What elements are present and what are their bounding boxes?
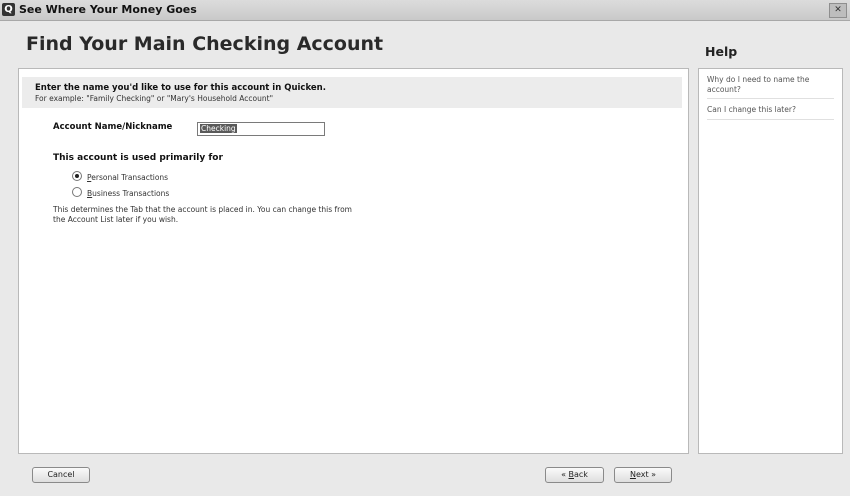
cancel-button[interactable]: Cancel [32,467,90,483]
account-name-input[interactable]: Checking [197,122,325,136]
radio-business-label: usiness Transactions [92,189,170,198]
usage-heading: This account is used primarily for [53,153,223,163]
title-bar: Q See Where Your Money Goes ✕ [0,0,850,21]
quicken-app-icon: Q [2,3,15,16]
help-link-why-name[interactable]: Why do I need to name the account? [707,69,834,99]
main-panel: Enter the name you'd like to use for thi… [18,68,689,454]
back-label: ack [574,470,588,479]
radio-business[interactable]: Business Transactions [72,187,169,198]
window-title: See Where Your Money Goes [19,3,197,16]
help-link-change-later[interactable]: Can I change this later? [707,99,834,120]
intro-heading: Enter the name you'd like to use for thi… [35,83,326,93]
next-button[interactable]: Next » [614,467,672,483]
help-title: Help [705,44,738,59]
help-panel: Why do I need to name the account? Can I… [698,68,843,454]
intro-example: For example: "Family Checking" or "Mary'… [35,94,274,103]
close-icon[interactable]: ✕ [829,3,847,18]
account-name-value: Checking [200,124,237,133]
intro-box: Enter the name you'd like to use for thi… [22,77,682,108]
next-label: ext [635,470,649,479]
radio-personal-label: ersonal Transactions [91,173,169,182]
radio-personal-indicator[interactable] [72,171,82,181]
account-name-label: Account Name/Nickname [53,122,173,132]
next-suffix: » [648,470,657,479]
tab-placement-note: This determines the Tab that the account… [53,205,352,224]
radio-personal[interactable]: Personal Transactions [72,171,168,182]
page-title: Find Your Main Checking Account [26,33,384,55]
radio-business-indicator[interactable] [72,187,82,197]
back-prefix: « [561,470,569,479]
back-button[interactable]: « Back [545,467,604,483]
